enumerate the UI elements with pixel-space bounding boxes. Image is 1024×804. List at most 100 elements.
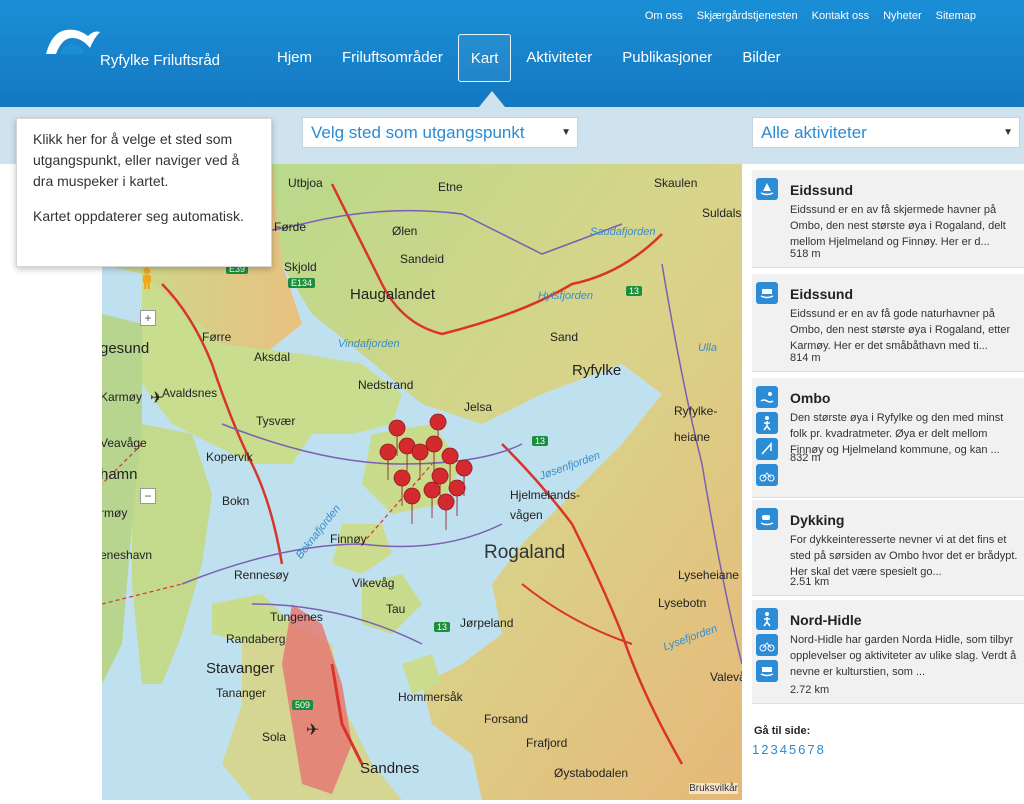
nav-outdoor-areas[interactable]: Friluftsområder xyxy=(327,34,458,82)
tooltip-auto-update: Kartet oppdaterer seg automatisk. xyxy=(33,208,244,224)
result-description: Den største øya i Ryfylke og den med min… xyxy=(790,412,1004,456)
page-link[interactable]: 8 xyxy=(817,742,824,757)
map-label: Bokn xyxy=(222,494,250,508)
result-title[interactable]: Ombo xyxy=(790,390,830,406)
top-link-sitemap[interactable]: Sitemap xyxy=(936,10,976,22)
map-label: Tau xyxy=(386,602,406,616)
map-label: Tungenes xyxy=(270,610,323,624)
map-label: Jørpeland xyxy=(460,616,514,630)
diving-icon xyxy=(756,508,778,530)
airport-icon: ✈ xyxy=(306,722,320,739)
result-item[interactable]: Ombo Den største øya i Ryfylke og den me… xyxy=(752,378,1024,498)
activity-select[interactable]: Alle aktiviteter ▼ xyxy=(752,117,1020,148)
map-label: heiane xyxy=(674,430,711,444)
map-label: Haugalandet xyxy=(350,286,436,303)
terms-of-use-link[interactable]: Bruksvilkår xyxy=(689,783,738,794)
map-label: Ryfylke- xyxy=(674,404,718,418)
map-label: Karmøy xyxy=(102,390,142,404)
pagination: 1 2 3 4 5 6 7 8 xyxy=(752,742,824,757)
map-label: Ulla xyxy=(698,342,717,354)
result-icons xyxy=(756,508,780,534)
ferry-icon xyxy=(756,660,778,682)
active-nav-caret xyxy=(479,91,505,107)
top-link-news[interactable]: Nyheter xyxy=(883,10,922,22)
nav-map[interactable]: Kart xyxy=(457,34,512,82)
result-item[interactable]: Eidssund Eidssund er en av få skjermede … xyxy=(752,170,1024,268)
map-label: Rennesøy xyxy=(234,568,289,582)
road-badge: 13 xyxy=(434,622,451,632)
result-description: For dykkeinteresserte nevner vi at det f… xyxy=(790,534,1018,578)
map-label: Førre xyxy=(202,330,232,344)
map-label: Hommersåk xyxy=(398,690,463,704)
map-label: Nedstrand xyxy=(358,378,414,392)
chevron-down-icon: ▼ xyxy=(1003,127,1013,138)
pager-label: Gå til side: xyxy=(754,725,811,737)
result-icons xyxy=(756,282,780,308)
map-label: Aksdal xyxy=(254,350,291,364)
site-header: Ryfylke Friluftsråd Om oss Skjærgårdstje… xyxy=(0,0,1024,107)
map-label: Suldalsh xyxy=(702,206,742,220)
result-item[interactable]: Nord-Hidle Nord-Hidle har garden Norda H… xyxy=(752,600,1024,704)
map-label: Frafjord xyxy=(526,736,568,750)
map-label: gesund xyxy=(102,340,150,357)
map-label: Tysvær xyxy=(256,414,296,428)
page-link[interactable]: 4 xyxy=(780,742,787,757)
map-label: Finnøy xyxy=(330,532,367,546)
map-label: rmøy xyxy=(102,506,128,520)
map-label: Etne xyxy=(438,180,463,194)
page-link[interactable]: 6 xyxy=(798,742,805,757)
map-label: Sand xyxy=(550,330,579,344)
map-label: Ryfylke xyxy=(572,362,622,379)
map-label: Vindafjorden xyxy=(338,338,400,350)
hiking-icon xyxy=(756,412,778,434)
page-link[interactable]: 2 xyxy=(761,742,768,757)
map-label: Kopervik xyxy=(206,450,253,464)
top-link-about[interactable]: Om oss xyxy=(645,10,683,22)
top-link-contact[interactable]: Kontakt oss xyxy=(812,10,869,22)
results-list: Eidssund Eidssund er en av få skjermede … xyxy=(752,164,1024,804)
nav-activities[interactable]: Aktiviteter xyxy=(511,34,607,82)
ferry-icon xyxy=(756,282,778,304)
result-item[interactable]: Dykking For dykkeinteresserte nevner vi … xyxy=(752,500,1024,596)
map-label: Øystabodalen xyxy=(554,766,629,780)
result-title[interactable]: Eidssund xyxy=(790,286,853,302)
result-title[interactable]: Nord-Hidle xyxy=(790,612,862,628)
zoom-out-button[interactable]: − xyxy=(140,488,156,504)
map-label: Lysebotn xyxy=(658,596,707,610)
road-badge: 509 xyxy=(292,700,314,710)
result-title[interactable]: Eidssund xyxy=(790,182,853,198)
map-label: Skaulen xyxy=(654,176,698,190)
nav-publications[interactable]: Publikasjoner xyxy=(607,34,727,82)
page-link[interactable]: 3 xyxy=(770,742,777,757)
result-title[interactable]: Dykking xyxy=(790,512,844,528)
brand-logo[interactable] xyxy=(42,24,102,65)
result-description: Eidssund er en av få gode naturhavner på… xyxy=(790,308,1011,352)
zoom-in-button[interactable]: + xyxy=(140,310,156,326)
result-distance: 814 m xyxy=(790,352,821,364)
page-link[interactable]: 1 xyxy=(752,742,759,757)
page-link[interactable]: 5 xyxy=(789,742,796,757)
cycling-icon xyxy=(756,634,778,656)
map-label: Saudafjorden xyxy=(590,226,656,238)
road-badge: 13 xyxy=(626,286,643,296)
place-select-value: Velg sted som utgangspunkt xyxy=(311,123,525,142)
utility-nav: Om oss Skjærgårdstjenesten Kontakt oss N… xyxy=(645,10,976,22)
result-icons xyxy=(756,608,780,686)
result-item[interactable]: Eidssund Eidssund er en av få gode natur… xyxy=(752,274,1024,372)
map-label: Skjold xyxy=(284,260,317,274)
map-label: Avaldsnes xyxy=(162,386,218,400)
result-description: Nord-Hidle har garden Norda Hidle, som t… xyxy=(790,634,1017,678)
map-label: Forsand xyxy=(484,712,529,726)
chevron-down-icon: ▼ xyxy=(561,127,571,138)
top-link-archipelago-service[interactable]: Skjærgårdstjenesten xyxy=(697,10,798,22)
place-select[interactable]: Velg sted som utgangspunkt ▼ xyxy=(302,117,578,148)
nav-home[interactable]: Hjem xyxy=(262,34,327,82)
page-link[interactable]: 7 xyxy=(807,742,814,757)
map-label: Jelsa xyxy=(464,400,493,414)
map-label: Vikevåg xyxy=(352,576,395,590)
nav-pictures[interactable]: Bilder xyxy=(727,34,795,82)
main-nav: Hjem Friluftsområder Kart Aktiviteter Pu… xyxy=(262,34,796,82)
brand-name[interactable]: Ryfylke Friluftsråd xyxy=(100,52,220,69)
map-label: Rogaland xyxy=(484,542,566,563)
street-view-pegman-icon[interactable] xyxy=(139,267,155,289)
